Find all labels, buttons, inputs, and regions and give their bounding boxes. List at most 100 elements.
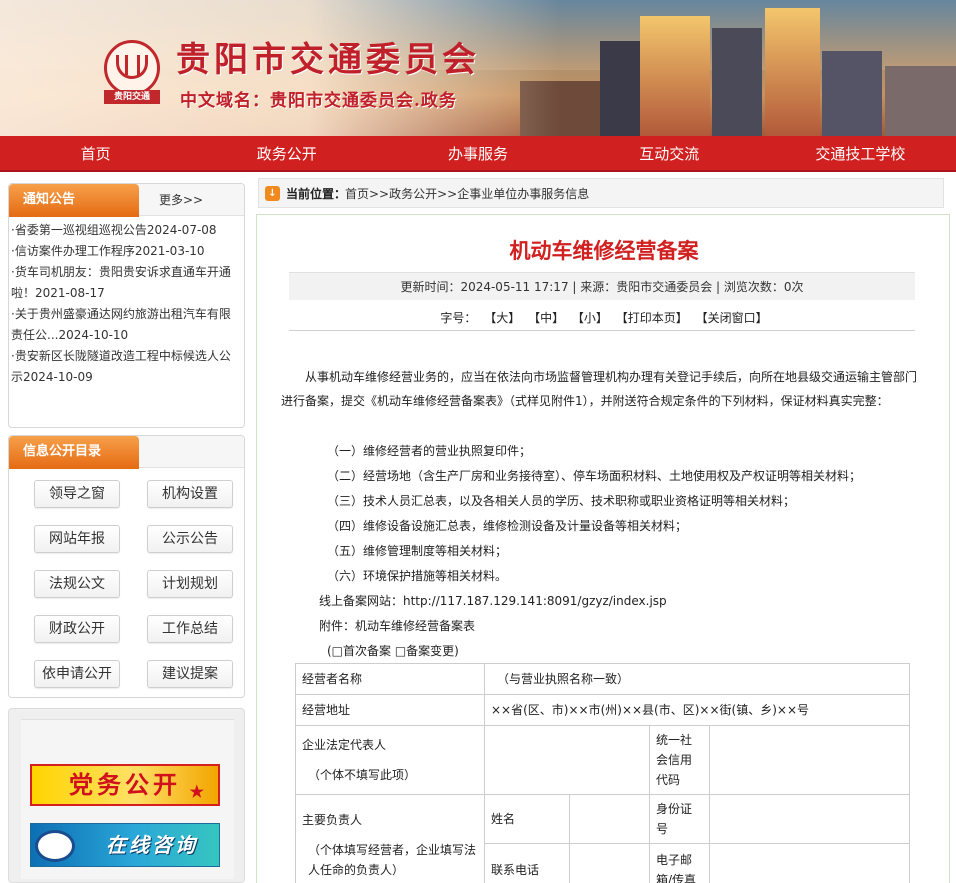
main-nav: 首页 政务公开 办事服务 互动交流 交通技工学校 xyxy=(0,136,956,172)
operator-name-label: 经营者名称 xyxy=(295,663,485,695)
print-page-button[interactable]: 【打印本页】 xyxy=(616,311,688,325)
notice-header: 通知公告 更多>> xyxy=(9,184,244,217)
table-row: 经营者名称 （与营业执照名称一致） xyxy=(295,663,911,695)
table-row: 企业法定代表人 （个体不填写此项） 统一社会信用代码 xyxy=(295,725,911,795)
banner-building xyxy=(712,28,762,136)
principal-label: 主要负责人 xyxy=(302,813,363,827)
requirement-item: （二）经营场地（含生产厂房和业务接待室）、停车场面积材料、土地使用权及产权证明等… xyxy=(327,469,862,483)
principal-cell: 主要负责人 （个体填写经营者，企业填写法人任命的负责人） xyxy=(295,794,485,883)
table-row: 经营地址 ××省(区、市)××市(州)××县(市、区)××街(镇、乡)××号 xyxy=(295,694,911,726)
online-consult-label: 在线咨询 xyxy=(106,833,198,857)
catalog-header: 信息公开目录 xyxy=(9,436,244,469)
email-value xyxy=(708,843,911,883)
online-consult-banner[interactable]: 在线咨询 xyxy=(30,823,220,867)
nav-home[interactable]: 首页 xyxy=(0,136,191,170)
nav-interaction[interactable]: 互动交流 xyxy=(574,136,765,170)
credit-code-value xyxy=(708,725,911,795)
id-value xyxy=(708,794,911,844)
catalog-plans-button[interactable]: 计划规划 xyxy=(147,570,233,598)
filing-form-table: 经营者名称 （与营业执照名称一致） 经营地址 ××省(区、市)××市(州)××县… xyxy=(295,663,911,883)
notice-title: 通知公告 xyxy=(9,184,139,217)
catalog-announcements-button[interactable]: 公示公告 xyxy=(147,525,233,553)
banner-building xyxy=(640,16,710,136)
nav-tech-school[interactable]: 交通技工学校 xyxy=(765,136,956,170)
font-size-controls: 字号： 【大】 【中】 【小】 【打印本页】 【关闭窗口】 xyxy=(257,309,949,326)
party-affairs-label: 党务公开 xyxy=(69,770,181,799)
location-icon: ↓ xyxy=(265,186,280,201)
operator-name-hint: （与营业执照名称一致） xyxy=(483,663,911,695)
notice-more-link[interactable]: 更多>> xyxy=(159,184,203,216)
font-size-large-button[interactable]: 【大】 xyxy=(484,311,520,325)
legal-rep-cell: 企业法定代表人 （个体不填写此项） xyxy=(295,725,485,795)
name-label: 姓名 xyxy=(484,794,570,844)
legal-rep-value xyxy=(484,725,650,795)
site-domain: 中文域名：贵阳市交通委员会.政务 xyxy=(180,91,457,111)
party-affairs-banner[interactable]: 党务公开 ★ xyxy=(30,764,220,806)
site-logo[interactable] xyxy=(104,40,160,96)
logo-pillar xyxy=(137,55,140,75)
address-label: 经营地址 xyxy=(295,694,485,726)
notice-item[interactable]: ·信访案件办理工作程序2021-03-10 xyxy=(11,241,241,262)
breadcrumb: ↓ 当前位置： 首页>>政务公开>>企事业单位办事服务信息 xyxy=(258,178,944,208)
logo-mark xyxy=(116,55,148,79)
legal-rep-hint: （个体不填写此项） xyxy=(308,768,417,782)
online-filing-site[interactable]: 线上备案网站：http://117.187.129.141:8091/gzyz/… xyxy=(319,591,667,611)
legal-rep-label: 企业法定代表人 xyxy=(302,738,387,752)
notice-item[interactable]: ·货车司机朋友：贵阳贵安诉求直通车开通啦！2021-08-17 xyxy=(11,262,241,304)
phone-value xyxy=(569,843,650,883)
catalog-leaders-button[interactable]: 领导之窗 xyxy=(34,480,120,508)
credit-code-label: 统一社会信用代码 xyxy=(649,725,710,795)
logo-pillar xyxy=(125,55,128,75)
nav-gov-affairs[interactable]: 政务公开 xyxy=(191,136,382,170)
catalog-proposals-button[interactable]: 建议提案 xyxy=(147,660,233,688)
close-window-button[interactable]: 【关闭窗口】 xyxy=(696,311,768,325)
article-panel: 机动车维修经营备案 更新时间：2024-05-11 17:17 | 来源：贵阳市… xyxy=(256,214,950,883)
logo-text: 贵阳交通 xyxy=(104,90,160,104)
font-size-label: 字号： xyxy=(440,311,477,325)
banner-building xyxy=(600,41,640,136)
article-title: 机动车维修经营备案 xyxy=(509,239,699,263)
notice-item[interactable]: ·贵安新区长陇隧道改造工程中标候选人公示2024-10-09 xyxy=(11,346,241,388)
address-hint: ××省(区、市)××市(州)××县(市、区)××街(镇、乡)××号 xyxy=(483,694,911,726)
catalog-panel: 信息公开目录 领导之窗 机构设置 网站年报 公示公告 法规公文 计划规划 财政公… xyxy=(8,435,245,698)
attachment-label: 附件：机动车维修经营备案表 xyxy=(319,619,476,633)
catalog-annual-report-button[interactable]: 网站年报 xyxy=(34,525,120,553)
requirement-item: （一）维修经营者的营业执照复印件； xyxy=(327,444,532,458)
phone-label: 联系电话 xyxy=(484,843,570,883)
font-size-small-button[interactable]: 【小】 xyxy=(572,311,608,325)
catalog-request-button[interactable]: 依申请公开 xyxy=(34,660,120,688)
email-label: 电子邮箱/传真 xyxy=(649,843,710,883)
name-value xyxy=(569,794,650,844)
catalog-title: 信息公开目录 xyxy=(9,436,139,469)
site-banner: 贵阳交通 贵阳市交通委员会 中文域名：贵阳市交通委员会.政务 xyxy=(0,0,956,136)
requirement-item: （四）维修设备设施汇总表，维修检测设备及计量设备等相关材料； xyxy=(327,519,688,533)
catalog-organization-button[interactable]: 机构设置 xyxy=(147,480,233,508)
article-meta: 更新时间：2024-05-11 17:17 | 来源：贵阳市交通委员会 | 浏览… xyxy=(289,272,915,300)
requirement-item: （五）维修管理制度等相关材料； xyxy=(327,544,508,558)
filing-type: (□首次备案 □备案变更) xyxy=(327,644,459,658)
site-title: 贵阳市交通委员会 xyxy=(176,40,480,80)
notice-panel: 通知公告 更多>> ·省委第一巡视组巡视公告2024-07-08 ·信访案件办理… xyxy=(8,183,245,428)
requirement-item: （三）技术人员汇总表，以及各相关人员的学历、技术职称或职业资格证明等相关材料； xyxy=(327,494,796,508)
notice-item[interactable]: ·省委第一巡视组巡视公告2024-07-08 xyxy=(11,220,241,241)
banner-building xyxy=(765,8,820,136)
phone-icon xyxy=(35,830,75,862)
catalog-button-grid: 领导之窗 机构设置 网站年报 公示公告 法规公文 计划规划 财政公开 工作总结 … xyxy=(9,468,244,688)
id-label: 身份证号 xyxy=(649,794,710,844)
catalog-finance-button[interactable]: 财政公开 xyxy=(34,615,120,643)
font-size-medium-button[interactable]: 【中】 xyxy=(528,311,564,325)
principal-hint: （个体填写经营者，企业填写法人任命的负责人） xyxy=(308,843,477,877)
star-icon: ★ xyxy=(189,782,208,801)
table-row: 主要负责人 （个体填写经营者，企业填写法人任命的负责人） 姓名 身份证号 xyxy=(295,794,911,883)
breadcrumb-label: 当前位置： xyxy=(286,187,347,201)
nav-services[interactable]: 办事服务 xyxy=(382,136,573,170)
notice-item[interactable]: ·关于贵州盛豪通达网约旅游出租汽车有限责任公...2024-10-10 xyxy=(11,304,241,346)
divider xyxy=(289,330,915,331)
requirement-item: （六）环境保护措施等相关材料。 xyxy=(327,569,508,583)
catalog-regulations-button[interactable]: 法规公文 xyxy=(34,570,120,598)
notice-list: ·省委第一巡视组巡视公告2024-07-08 ·信访案件办理工作程序2021-0… xyxy=(9,216,244,388)
breadcrumb-path[interactable]: 首页>>政务公开>>企事业单位办事服务信息 xyxy=(345,179,589,209)
banner-building xyxy=(822,51,882,136)
catalog-work-summary-button[interactable]: 工作总结 xyxy=(147,615,233,643)
banner-building xyxy=(885,66,956,136)
